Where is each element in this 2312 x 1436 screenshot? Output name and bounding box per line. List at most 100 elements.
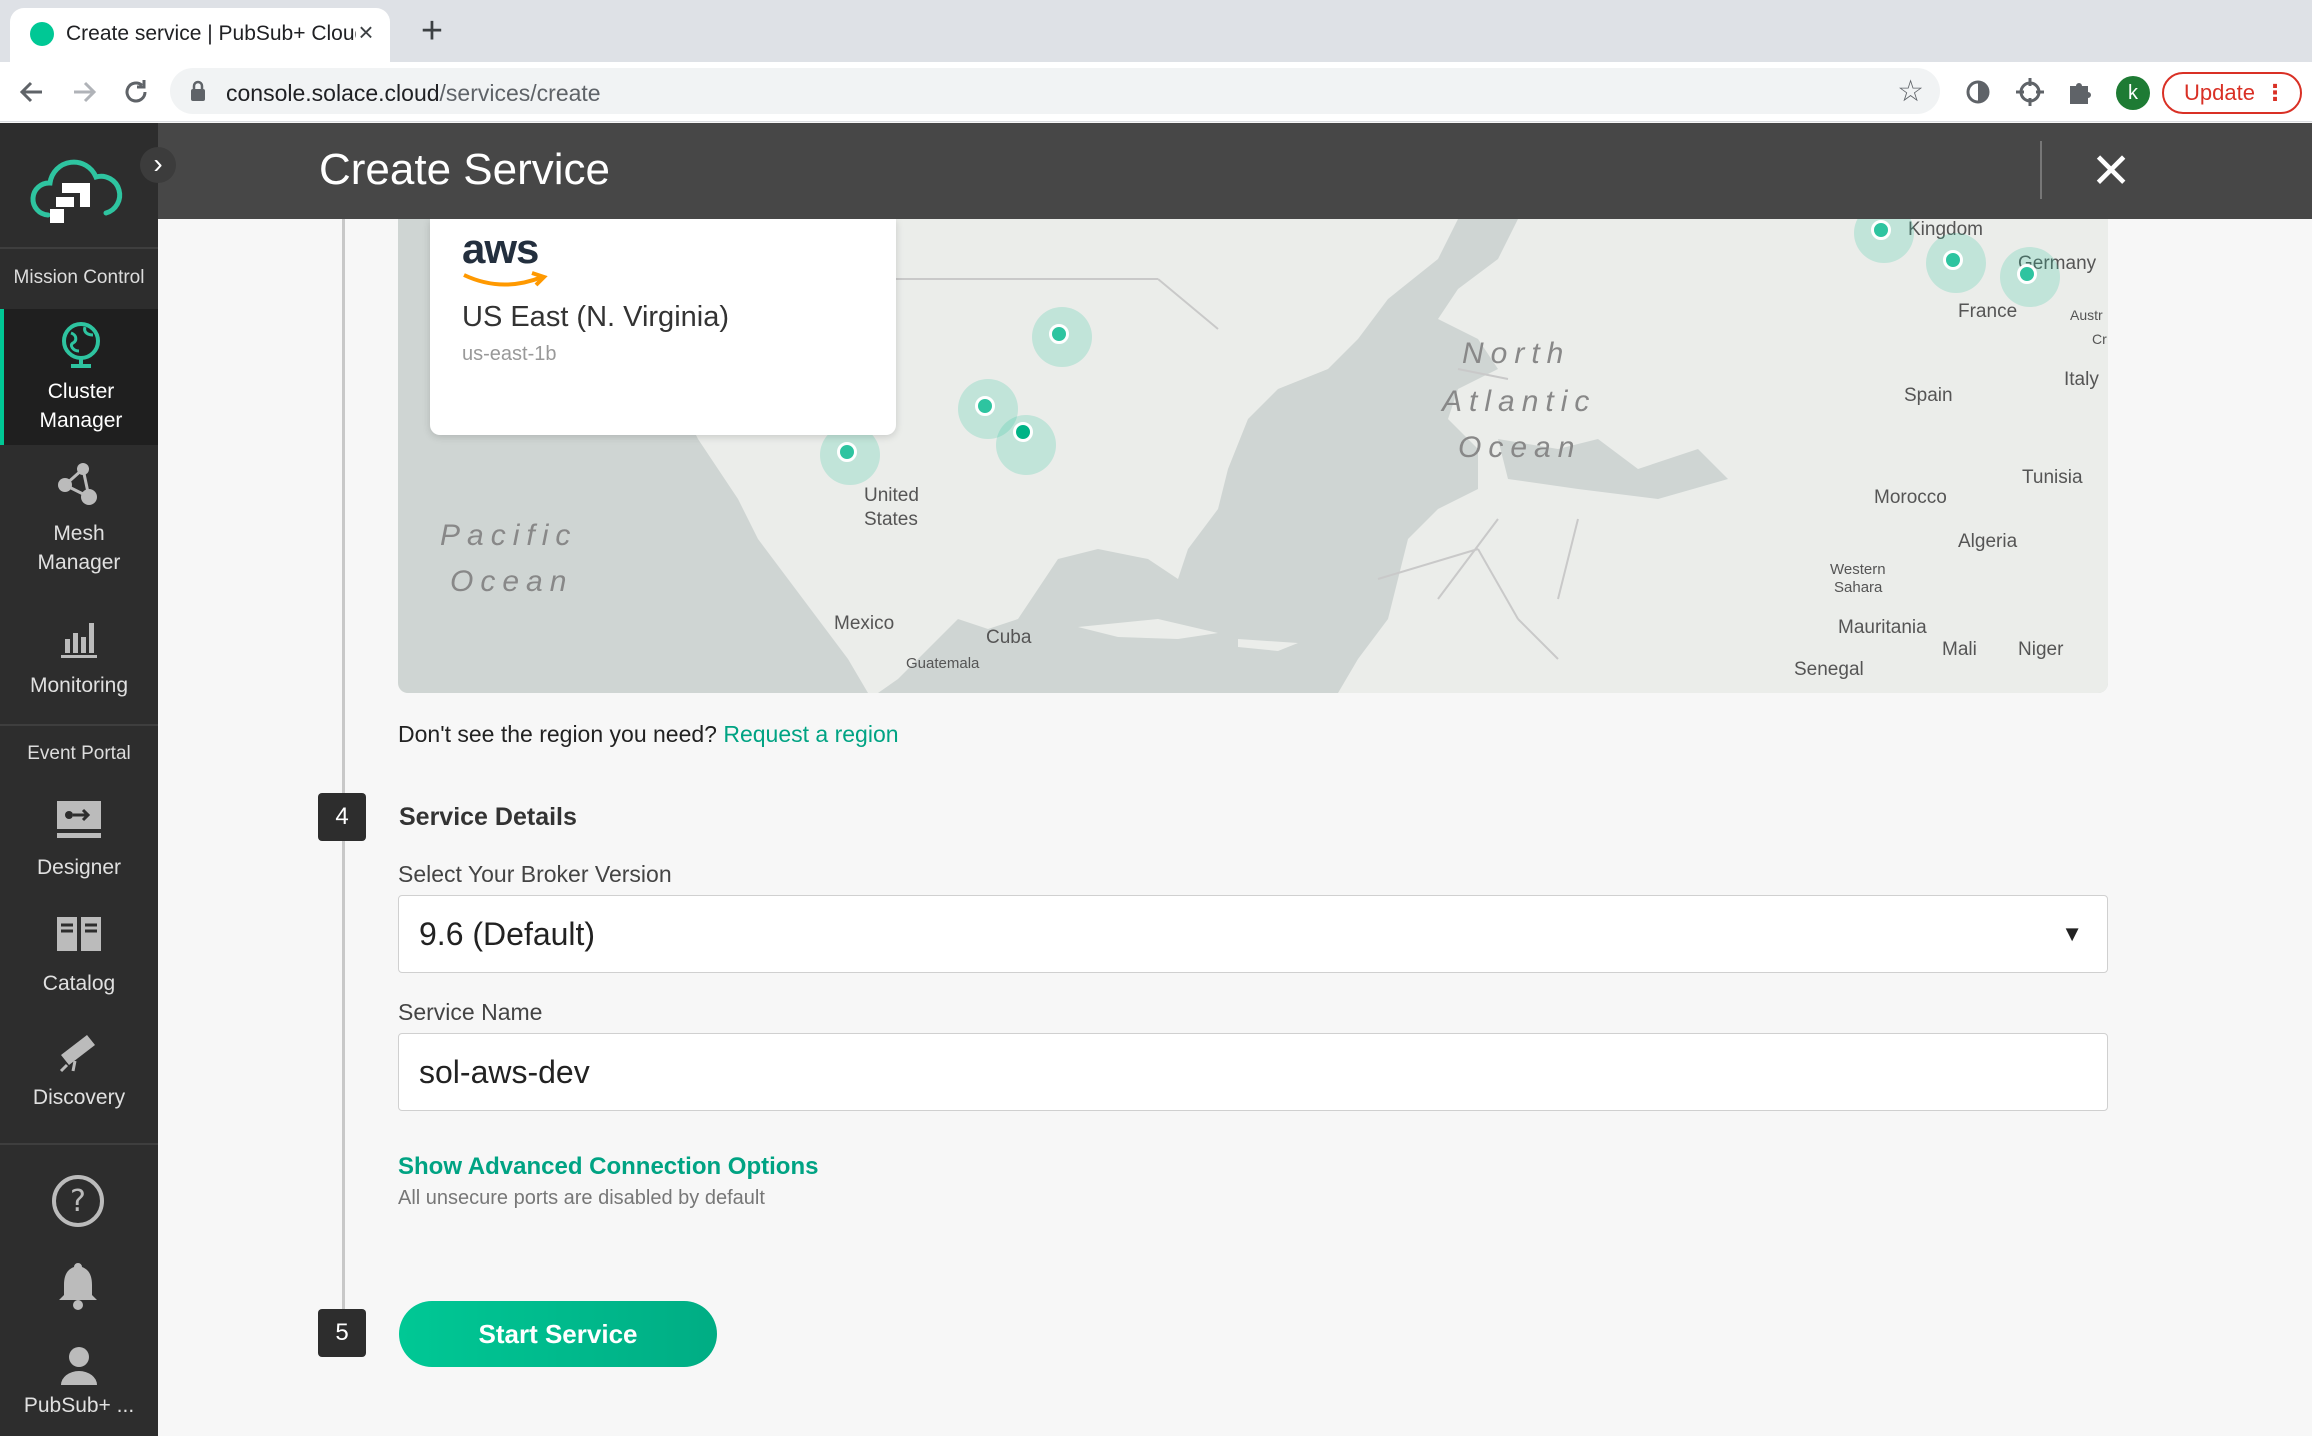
designer-icon (57, 801, 101, 838)
sidebar-item-monitoring[interactable]: Monitoring (0, 613, 158, 723)
sidebar-item-designer[interactable]: Designer (0, 795, 158, 905)
sidebar-item-label: Designer (36, 856, 122, 879)
region-name: US East (N. Virginia) (462, 301, 729, 333)
service-name-label: Service Name (398, 999, 543, 1025)
reload-icon[interactable] (118, 74, 154, 110)
step-connector-line (342, 219, 345, 1327)
app-header: Create Service × (158, 123, 2312, 219)
map-label: Mexico (834, 613, 895, 634)
sidebar-divider (0, 1143, 158, 1145)
broker-version-select[interactable]: 9.6 (Default) ▼ (398, 895, 2108, 973)
globe-icon (62, 322, 100, 368)
expand-sidebar-chevron-icon[interactable]: › (140, 147, 176, 183)
url-input[interactable]: console.solace.cloud/services/create ☆ (170, 68, 1940, 114)
address-bar: console.solace.cloud/services/create ☆ k… (0, 62, 2312, 122)
map-label: Cuba (986, 627, 1032, 648)
close-icon[interactable]: × (2076, 135, 2146, 205)
advanced-connection-options-link[interactable]: Show Advanced Connection Options (398, 1153, 818, 1181)
map-label: Western (1830, 561, 1886, 578)
service-name-value: sol-aws-dev (419, 1054, 590, 1090)
map-label: Mali (1942, 639, 1977, 660)
map-label: North (1462, 337, 1571, 370)
tab-close-icon[interactable]: × (352, 18, 380, 46)
update-button[interactable]: Update ⋮ (2162, 72, 2302, 114)
start-service-button[interactable]: Start Service (399, 1301, 717, 1367)
step-badge-4: 4 (318, 793, 366, 841)
event-portal-heading: Event Portal (27, 743, 131, 764)
discovery-icon (59, 1035, 95, 1073)
map-label: United (864, 485, 919, 506)
browser-tab-bar: Create service | PubSub+ Cloud × + (0, 0, 2312, 62)
map-label: Italy (2064, 369, 2099, 390)
region-pin[interactable] (837, 442, 857, 462)
url-host: console.solace.cloud (226, 80, 440, 106)
profile-avatar[interactable]: k (2116, 76, 2150, 110)
sidebar-item-label: Monitoring (29, 674, 129, 697)
main-content: United States Mexico Cuba Guatemala Paci… (158, 219, 2312, 1436)
account-menu[interactable]: PubSub+ ... (0, 1343, 158, 1433)
aws-smile-icon (463, 271, 548, 287)
help-icon[interactable]: ? (50, 1173, 106, 1229)
map-label: Algeria (1958, 531, 2018, 552)
sidebar-item-discovery[interactable]: Discovery (0, 1025, 158, 1135)
user-avatar-icon (61, 1347, 97, 1385)
region-prompt-text: Don't see the region you need? (398, 721, 717, 747)
svg-text:?: ? (70, 1184, 86, 1219)
crosshair-extension-icon[interactable] (2014, 76, 2046, 108)
bookmark-star-icon[interactable]: ☆ (1897, 74, 1924, 109)
header-divider (2040, 141, 2042, 199)
sidebar-divider (0, 247, 158, 249)
map-label: Austr (2070, 307, 2103, 323)
notifications-bell-icon[interactable] (52, 1259, 104, 1311)
region-pin[interactable] (1049, 324, 1069, 344)
map-label: Cr (2092, 331, 2107, 347)
back-arrow-icon[interactable] (14, 74, 50, 110)
service-name-input[interactable]: sol-aws-dev (398, 1033, 2108, 1111)
map-label: Senegal (1794, 659, 1864, 680)
map-label: Morocco (1874, 487, 1947, 508)
url-path: /services/create (439, 80, 601, 106)
map-label: Ocean (450, 565, 574, 598)
region-pin[interactable] (2017, 264, 2037, 284)
map-label: Atlantic (1442, 385, 1597, 418)
region-pin[interactable] (1943, 250, 1963, 270)
broker-version-value: 9.6 (Default) (419, 916, 596, 952)
region-pin[interactable] (975, 396, 995, 416)
map-label: Ocean (1458, 431, 1582, 464)
update-label: Update (2184, 80, 2255, 105)
mesh-icon (58, 463, 97, 505)
sidebar-divider (0, 724, 158, 726)
solace-favicon-icon (30, 22, 54, 46)
map-label: Guatemala (906, 655, 980, 672)
mission-control-heading: Mission Control (13, 267, 145, 288)
extension-circle-icon[interactable] (1962, 76, 1994, 108)
browser-tab[interactable]: Create service | PubSub+ Cloud × (10, 8, 390, 62)
sidebar-item-label: Cluster (47, 380, 115, 403)
map-label: States (864, 509, 918, 530)
sidebar-item-label: Manager (37, 551, 121, 574)
puzzle-extensions-icon[interactable] (2064, 76, 2096, 108)
map-label: Niger (2018, 639, 2064, 660)
region-pin[interactable] (1871, 220, 1891, 240)
sidebar-item-cluster-manager[interactable]: Cluster Manager (0, 309, 158, 445)
map-label: Mauritania (1838, 617, 1927, 638)
sidebar-item-catalog[interactable]: Catalog (0, 911, 158, 1021)
sidebar-item-label: Mesh (53, 522, 105, 545)
account-label: PubSub+ ... (23, 1394, 135, 1417)
new-tab-icon[interactable]: + (414, 12, 450, 50)
page-title: Create Service (319, 145, 611, 194)
map-label: Spain (1904, 385, 1953, 406)
solace-cloud-logo[interactable] (28, 153, 124, 233)
request-region-link[interactable]: Request a region (723, 721, 898, 747)
region-pin-selected[interactable] (1013, 422, 1033, 442)
aws-logo: aws (462, 225, 539, 272)
kebab-menu-icon: ⋮ (2264, 80, 2286, 105)
advanced-options-note: All unsecure ports are disabled by defau… (398, 1187, 765, 1209)
sidebar-item-label: Catalog (42, 972, 116, 995)
forward-arrow-icon[interactable] (66, 74, 102, 110)
broker-version-label: Select Your Broker Version (398, 861, 672, 887)
tab-title: Create service | PubSub+ Cloud (66, 22, 356, 45)
sidebar-item-label: Discovery (32, 1086, 126, 1109)
sidebar-item-mesh-manager[interactable]: Mesh Manager (0, 461, 158, 591)
map-label: Pacific (440, 519, 578, 552)
